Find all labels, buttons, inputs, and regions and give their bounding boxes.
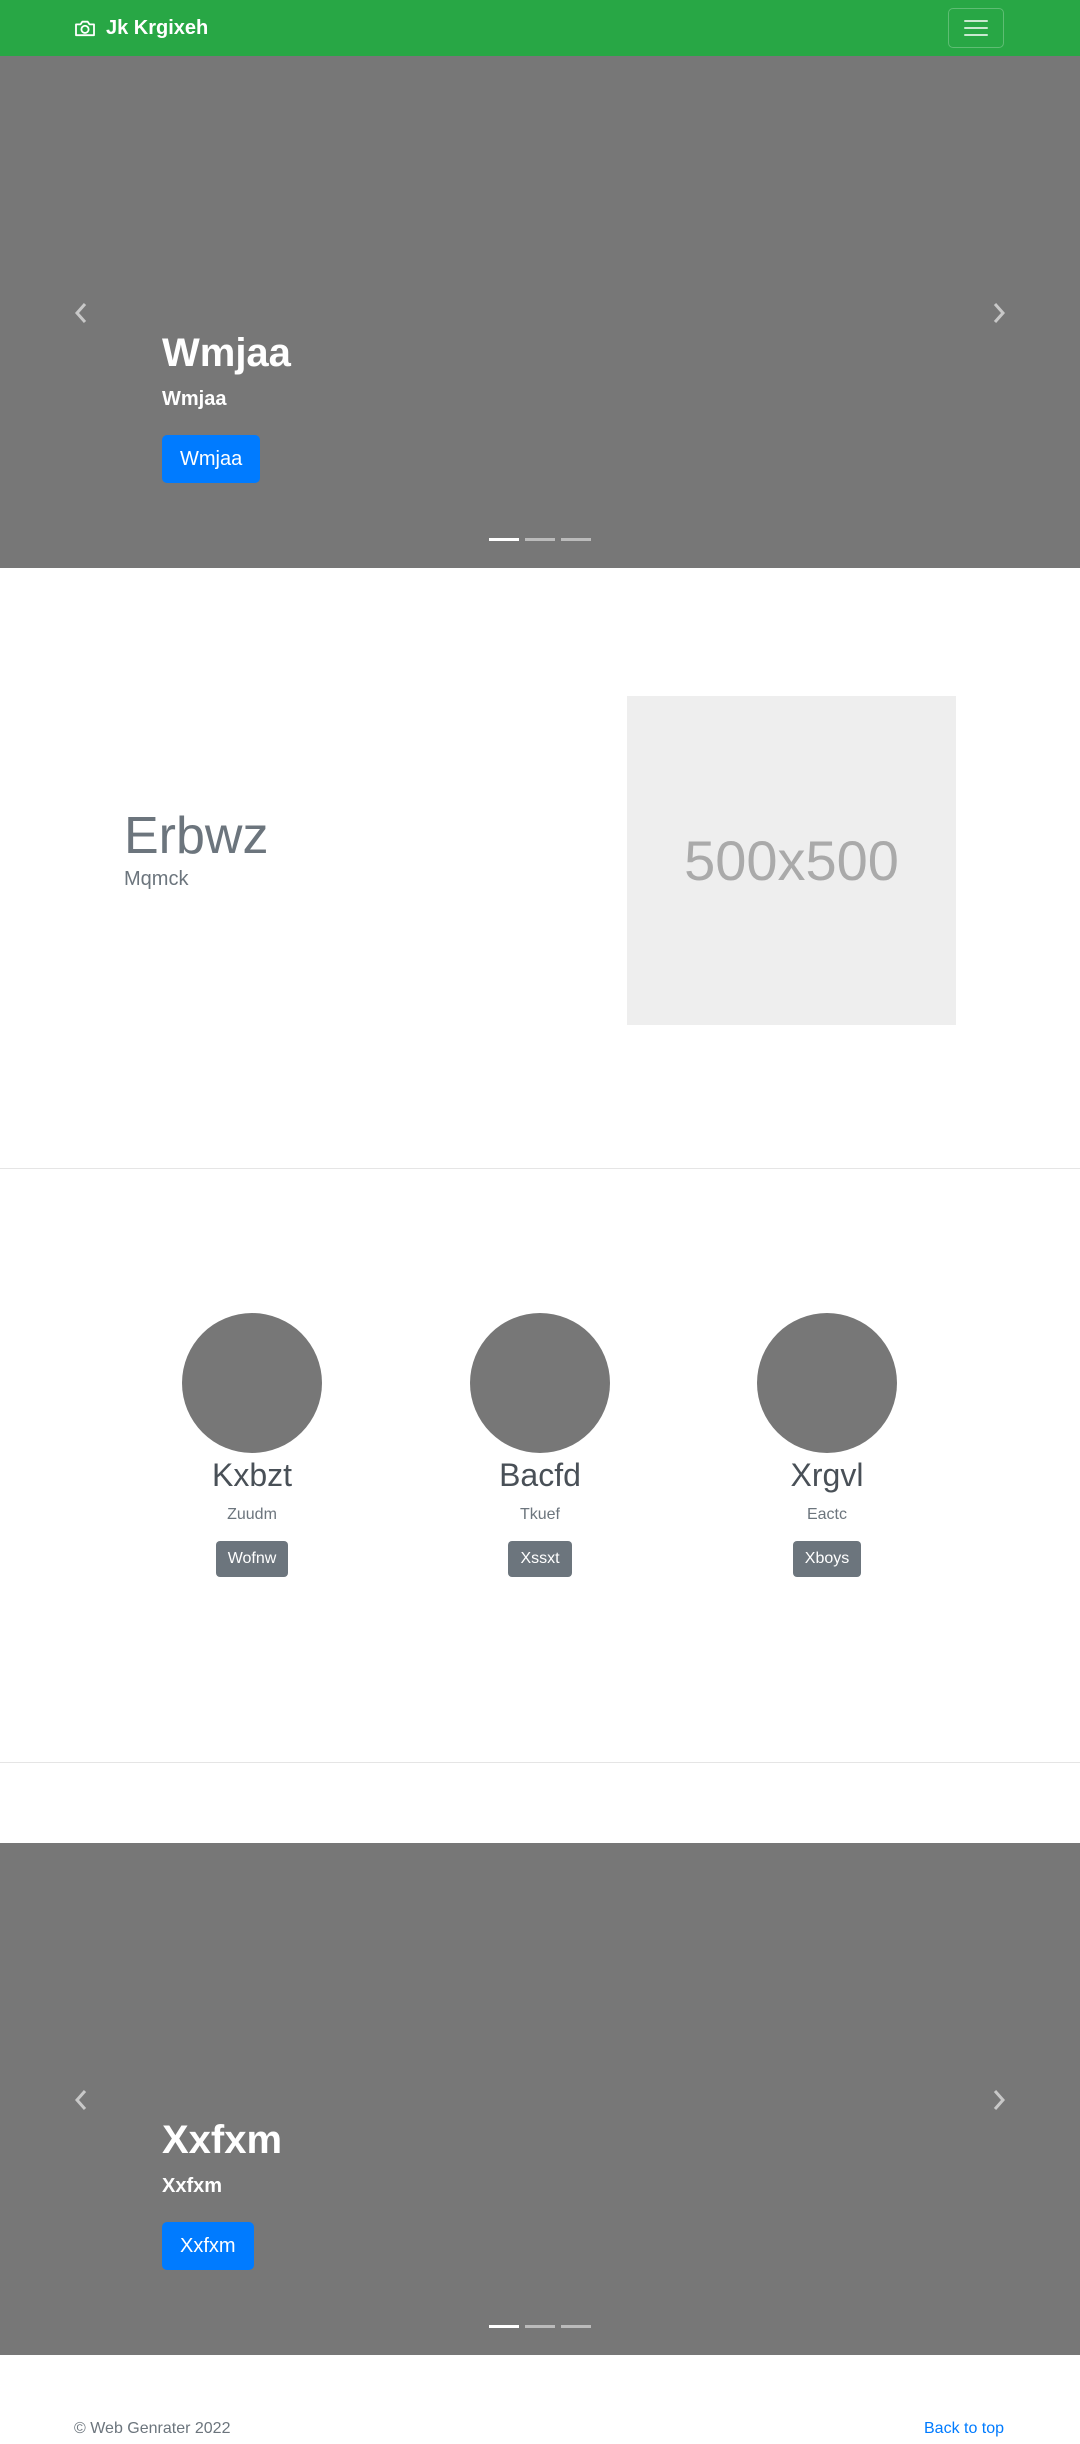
carousel-subtitle: Xxfxm xyxy=(162,2175,223,2197)
column-text: Tkuef xyxy=(519,1506,560,1523)
column-text: Eactc xyxy=(806,1506,847,1523)
navbar: Jk Krgixeh xyxy=(0,0,1080,56)
column-heading: Kxbzt xyxy=(211,1457,293,1493)
column-item: Xrgvl Eactc Xboys xyxy=(727,1313,927,1577)
bottom-carousel: Xxfxm Xxfxm Xxfxm xyxy=(0,1843,1080,2355)
carousel-prev-button[interactable] xyxy=(66,2085,96,2115)
navbar-toggler-button[interactable] xyxy=(948,8,1004,48)
back-to-top-link[interactable]: Back to top xyxy=(924,2420,1004,2438)
carousel-cta-button[interactable]: Xxfxm xyxy=(162,2222,254,2270)
carousel-caption: Xxfxm Xxfxm Xxfxm xyxy=(162,2116,282,2270)
carousel-next-button[interactable] xyxy=(984,298,1014,328)
carousel-title: Xxfxm xyxy=(162,2118,283,2162)
carousel-indicator-3[interactable] xyxy=(561,538,591,541)
carousel-indicator-2[interactable] xyxy=(525,538,555,541)
column-button[interactable]: Wofnw xyxy=(215,1541,289,1577)
chevron-right-icon xyxy=(993,2090,1006,2110)
section-divider xyxy=(0,1762,1080,1763)
carousel-subtitle: Wmjaa xyxy=(162,388,227,410)
column-item: Bacfd Tkuef Xssxt xyxy=(440,1313,640,1577)
featurette: Erbwz Mqmck 500x500 xyxy=(0,568,1080,1168)
carousel-cta-button[interactable]: Wmjaa xyxy=(162,435,261,483)
carousel-indicators xyxy=(489,538,591,541)
column-text: Zuudm xyxy=(227,1506,277,1523)
column-item: Kxbzt Zuudm Wofnw xyxy=(152,1313,352,1577)
placeholder-label: 500x500 xyxy=(684,829,899,892)
carousel-caption: Wmjaa Wmjaa Wmjaa xyxy=(162,329,291,483)
hamburger-menu-icon xyxy=(964,19,988,37)
brand-name: Jk Krgixeh xyxy=(106,16,209,39)
chevron-left-icon xyxy=(74,303,87,323)
carousel-prev-button[interactable] xyxy=(66,298,96,328)
avatar-placeholder xyxy=(757,1313,897,1453)
carousel-title: Wmjaa xyxy=(162,331,291,375)
chevron-left-icon xyxy=(74,2090,87,2110)
carousel-indicators xyxy=(489,2325,591,2328)
section-divider xyxy=(0,1168,1080,1169)
footer-copyright: © Web Genrater 2022 xyxy=(74,2420,231,2437)
featurette-subtitle: Mqmck xyxy=(124,868,189,890)
camera-icon xyxy=(75,20,95,37)
avatar-placeholder xyxy=(470,1313,610,1453)
carousel-next-button[interactable] xyxy=(984,2085,1014,2115)
column-button[interactable]: Xboys xyxy=(792,1541,862,1577)
brand-link[interactable]: Jk Krgixeh xyxy=(74,14,208,42)
featurette-image-placeholder: 500x500 xyxy=(627,696,956,1025)
chevron-right-icon xyxy=(993,303,1006,323)
carousel-indicator-1[interactable] xyxy=(489,538,519,541)
avatar-placeholder xyxy=(182,1313,322,1453)
column-heading: Xrgvl xyxy=(790,1457,864,1493)
carousel-indicator-2[interactable] xyxy=(525,2325,555,2328)
hero-carousel: Wmjaa Wmjaa Wmjaa xyxy=(0,56,1080,568)
carousel-indicator-1[interactable] xyxy=(489,2325,519,2328)
column-heading: Bacfd xyxy=(499,1457,581,1493)
featurette-title: Erbwz xyxy=(124,807,269,865)
column-button[interactable]: Xssxt xyxy=(508,1541,572,1577)
carousel-indicator-3[interactable] xyxy=(561,2325,591,2328)
